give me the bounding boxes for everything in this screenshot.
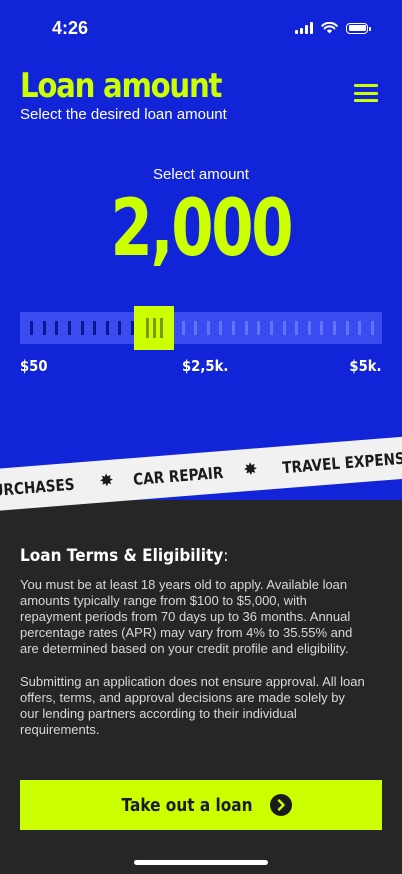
page-title: Loan amount (20, 66, 222, 106)
ticker-item: CAR REPAIR (132, 462, 225, 489)
slider-tick (80, 321, 84, 335)
loan-amount-value: 2,000 (110, 184, 294, 274)
slider-tick (219, 321, 223, 335)
take-out-loan-label: Take out a loan (121, 794, 253, 816)
slider-tick (93, 321, 97, 335)
slider-tick (55, 321, 59, 335)
slider-tick (269, 321, 273, 335)
wifi-icon (321, 22, 338, 34)
battery-icon (346, 22, 371, 34)
slider-tick (307, 321, 311, 335)
status-bar: 4:26 (0, 0, 402, 60)
slider-max-label: $5k. (349, 357, 382, 375)
slider-tick (42, 321, 46, 335)
slider-tick (295, 321, 299, 335)
slider-tick (118, 321, 122, 335)
disclaimer-paragraph: Submitting an application does not ensur… (20, 674, 365, 737)
slider-thumb[interactable] (134, 306, 174, 350)
status-time: 4:26 (52, 18, 89, 38)
slider-tick (181, 321, 185, 335)
slider-tick (320, 321, 324, 335)
take-out-loan-button[interactable]: Take out a loan (20, 780, 382, 830)
home-indicator (134, 860, 268, 865)
slider-tick (370, 321, 374, 335)
slider-tick (244, 321, 248, 335)
cellular-signal-icon (295, 22, 313, 34)
status-icons (295, 22, 371, 34)
slider-tick (206, 321, 210, 335)
select-amount-label: Select amount (153, 166, 249, 183)
terms-paragraph: You must be at least 18 years old to app… (20, 577, 353, 656)
slider-min-label: $50 (20, 357, 48, 375)
slider-tick (358, 321, 362, 335)
starburst-icon: ✸ (242, 459, 259, 480)
starburst-icon: ✸ (98, 470, 115, 491)
slider-tick (257, 321, 261, 335)
slider-tick (282, 321, 286, 335)
terms-heading: Loan Terms & Eligibility: (20, 546, 229, 566)
slider-tick (105, 321, 109, 335)
slider-mid-label: $2,5k. (182, 357, 229, 375)
slider-tick (67, 321, 71, 335)
slider-tick (30, 321, 33, 335)
ticker-item: SONAL PURCHASES (0, 474, 76, 505)
slider-tick (333, 321, 336, 335)
chevron-right-icon (270, 794, 293, 816)
slider-tick (194, 321, 198, 335)
ticker-item: TRAVEL EXPENSES (281, 446, 402, 477)
page-subtitle: Select the desired loan amount (20, 106, 227, 123)
amount-slider[interactable] (20, 306, 382, 350)
slider-track (30, 321, 374, 335)
slider-tick (232, 321, 235, 335)
slider-tick (345, 321, 349, 335)
hamburger-menu-icon[interactable] (354, 84, 378, 102)
